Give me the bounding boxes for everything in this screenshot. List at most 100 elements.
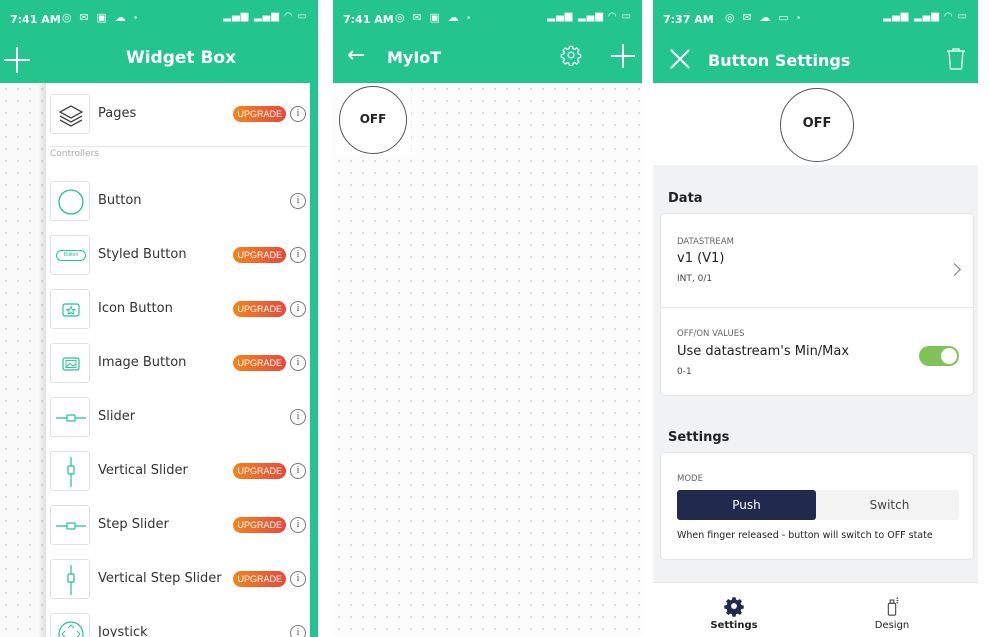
upgrade-badge[interactable]: UPGRADE	[233, 301, 286, 317]
settings-gear-icon[interactable]	[560, 44, 582, 67]
status-bar: 7:37 AM ◎ ✉ ☁ ▭ · ▂▄▆ ▂▄▆ ◠ ▭	[653, 0, 978, 38]
circle-icon	[50, 181, 90, 221]
tab-label: Settings	[710, 620, 758, 631]
widget-item-label: Pages	[98, 106, 137, 121]
tab-design[interactable]: Design	[811, 583, 973, 637]
widget-item-vertical-step-slider[interactable]: Vertical Step Slider UPGRADE i	[50, 559, 306, 599]
vertical-slider-icon	[50, 451, 90, 491]
styled-button-icon-text: Button	[56, 250, 86, 261]
widget-box-screen: 7:41 AM ◎ ✉ ▣ ☁ · ▂▄▆ ▂▄▆ ◠ ▭ Widget Box…	[0, 0, 318, 637]
widget-item-label: Button	[98, 193, 142, 208]
gear-icon	[723, 595, 745, 617]
bottom-tab-bar: Settings Design	[653, 582, 978, 637]
notification-icons: ◎ ✉ ▣ ☁ ·	[395, 11, 473, 24]
info-icon[interactable]: i	[290, 301, 306, 317]
notification-icons: ◎ ✉ ▣ ☁ ·	[62, 11, 140, 24]
status-time: 7:41 AM	[343, 13, 394, 26]
info-icon[interactable]: i	[290, 193, 306, 209]
signal-wifi-battery-icons: ▂▄▆ ▂▄▆ ◠ ▭	[883, 11, 968, 22]
page-title: Button Settings	[708, 51, 851, 70]
offon-range: 0-1	[677, 367, 692, 377]
page-title: MyIoT	[387, 48, 442, 67]
offon-value: Use datastream's Min/Max	[677, 344, 850, 359]
widget-item-label: Slider	[98, 409, 136, 424]
off-button-preview[interactable]: OFF	[780, 88, 854, 162]
edge-strip	[310, 0, 318, 637]
widget-preview: OFF	[653, 83, 978, 165]
tab-label: Design	[874, 620, 910, 631]
section-divider	[50, 146, 310, 147]
upgrade-badge[interactable]: UPGRADE	[233, 517, 286, 533]
image-button-icon	[50, 343, 90, 383]
info-icon[interactable]: i	[290, 625, 306, 637]
signal-wifi-battery-icons: ▂▄▆ ▂▄▆ ◠ ▭	[547, 11, 632, 22]
toggle-knob	[941, 348, 957, 364]
section-label: Controllers	[50, 149, 99, 159]
spray-can-icon	[881, 595, 903, 617]
widget-item-button[interactable]: Button i	[50, 181, 306, 221]
upgrade-badge[interactable]: UPGRADE	[233, 463, 286, 479]
offon-caption: OFF/ON VALUES	[677, 329, 745, 339]
app-bar	[333, 38, 642, 83]
styled-button-icon: Button	[50, 235, 90, 275]
status-bar: 7:41 AM ◎ ✉ ▣ ☁ · ▂▄▆ ▂▄▆ ◠ ▭	[0, 0, 318, 38]
widget-item-icon-button[interactable]: Icon Button UPGRADE i	[50, 289, 306, 329]
widget-item-label: Styled Button	[98, 247, 187, 262]
data-card: DATASTREAM v1 (V1) INT, 0/1 OFF/ON VALUE…	[660, 213, 974, 396]
widget-list: Pages UPGRADE i Controllers Button i But…	[46, 83, 310, 637]
joystick-icon	[50, 613, 90, 637]
widget-item-label: Step Slider	[98, 517, 169, 532]
add-widget-icon[interactable]	[611, 44, 635, 68]
widget-item-image-button[interactable]: Image Button UPGRADE i	[50, 343, 306, 383]
add-icon[interactable]	[0, 38, 44, 83]
offon-row: OFF/ON VALUES Use datastream's Min/Max 0…	[661, 308, 973, 397]
signal-wifi-battery-icons: ▂▄▆ ▂▄▆ ◠ ▭	[223, 11, 308, 22]
page-title: Widget Box	[125, 48, 237, 68]
tab-settings[interactable]: Settings	[653, 583, 815, 637]
slider-icon	[50, 397, 90, 437]
info-icon[interactable]: i	[290, 106, 306, 122]
vertical-step-slider-icon	[50, 559, 90, 599]
close-icon[interactable]	[669, 48, 691, 70]
button-settings-screen: 7:37 AM ◎ ✉ ☁ ▭ · ▂▄▆ ▂▄▆ ◠ ▭ Button Set…	[653, 0, 978, 637]
widget-item-slider[interactable]: Slider i	[50, 397, 306, 437]
upgrade-badge[interactable]: UPGRADE	[233, 355, 286, 371]
upgrade-badge[interactable]: UPGRADE	[233, 247, 286, 263]
widget-item-step-slider[interactable]: Step Slider UPGRADE i	[50, 505, 306, 545]
mode-switch-option[interactable]: Switch	[820, 490, 959, 520]
info-icon[interactable]: i	[290, 409, 306, 425]
widget-item-pages[interactable]: Pages UPGRADE i	[50, 94, 306, 134]
data-section-title: Data	[668, 191, 703, 206]
upgrade-badge[interactable]: UPGRADE	[233, 106, 286, 122]
notification-icons: ◎ ✉ ☁ ▭ ·	[725, 11, 803, 24]
chevron-right-icon	[948, 263, 961, 276]
status-time: 7:37 AM	[663, 13, 714, 26]
datastream-row[interactable]: DATASTREAM v1 (V1) INT, 0/1	[661, 214, 973, 308]
widget-item-label: Image Button	[98, 355, 187, 370]
widget-item-styled-button[interactable]: Button Styled Button UPGRADE i	[50, 235, 306, 275]
info-icon[interactable]: i	[290, 463, 306, 479]
layers-icon	[50, 94, 90, 134]
mode-push-option[interactable]: Push	[677, 490, 816, 520]
widget-item-vertical-slider[interactable]: Vertical Slider UPGRADE i	[50, 451, 306, 491]
button-widget-tile[interactable]: OFF	[335, 83, 411, 157]
info-icon[interactable]: i	[290, 571, 306, 587]
off-button-widget[interactable]: OFF	[339, 86, 407, 154]
minmax-toggle[interactable]	[919, 346, 959, 366]
info-icon[interactable]: i	[290, 247, 306, 263]
mode-card: MODE Push Switch When finger released - …	[660, 452, 974, 560]
datastream-type: INT, 0/1	[677, 274, 713, 284]
info-icon[interactable]: i	[290, 355, 306, 371]
widget-item-label: Vertical Step Slider	[98, 571, 222, 586]
widget-item-joystick[interactable]: Joystick i	[50, 613, 306, 637]
mode-segmented-control: Push Switch	[677, 490, 959, 520]
status-time: 7:41 AM	[10, 13, 61, 26]
upgrade-badge[interactable]: UPGRADE	[233, 571, 286, 587]
screenshot-canvas: 7:41 AM ◎ ✉ ▣ ☁ · ▂▄▆ ▂▄▆ ◠ ▭ Widget Box…	[0, 0, 989, 637]
back-arrow-icon[interactable]: ←	[347, 45, 365, 67]
settings-section-title: Settings	[668, 430, 730, 445]
info-icon[interactable]: i	[290, 517, 306, 533]
widget-item-label: Vertical Slider	[98, 463, 188, 478]
trash-icon[interactable]	[946, 47, 966, 71]
step-slider-icon	[50, 505, 90, 545]
